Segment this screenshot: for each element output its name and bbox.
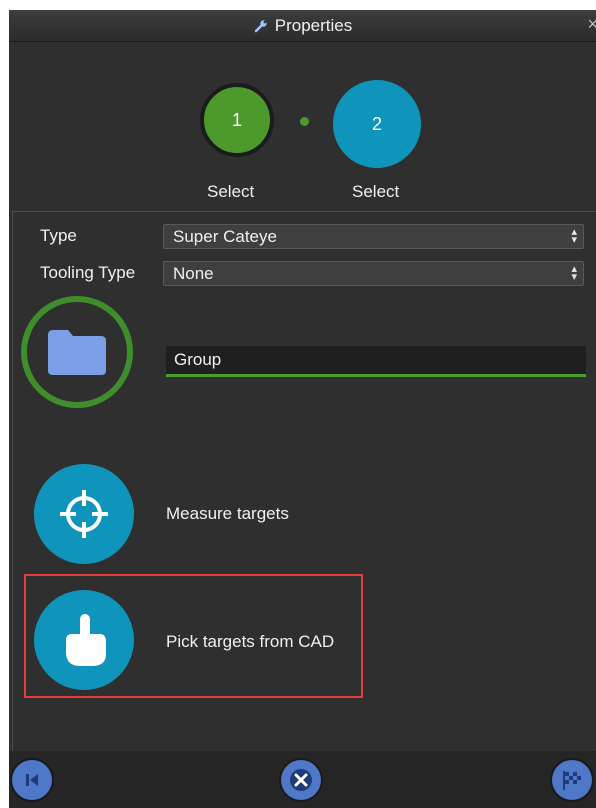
step-indicator: 1 2 Select Select [9,41,596,221]
previous-button[interactable] [12,760,52,800]
group-folder-button[interactable] [21,296,133,408]
previous-icon [26,774,38,786]
step-connector-dot [300,117,309,126]
tooling-type-select-value: None [173,264,214,283]
type-select-value: Super Cateye [173,227,277,246]
tooling-type-select[interactable]: None ▴ ▾ [163,261,584,286]
tooling-type-label: Tooling Type [40,263,136,282]
group-name-value: Group [174,350,222,369]
cancel-button[interactable] [281,760,321,800]
step-2-number: 2 [371,113,382,134]
pick-targets-button[interactable] [34,590,134,690]
hand-pointer-icon [66,614,106,666]
type-select[interactable]: Super Cateye ▴ ▾ [163,224,584,249]
step-1-label: Select [207,182,255,201]
step-2-label: Select [352,182,400,201]
select-arrows-icon: ▴ ▾ [571,226,577,246]
step-1-circle[interactable]: 1 [200,83,274,157]
step-content: Type Super Cateye ▴ ▾ Tooling Type None ▴… [12,211,596,752]
select-arrows-icon: ▴ ▾ [571,263,577,283]
finish-flag-icon [563,771,581,790]
cancel-icon [290,769,312,791]
step-1-number: 1 [231,109,242,130]
pick-targets-label[interactable]: Pick targets from CAD [166,632,334,652]
step-2-circle[interactable]: 2 [333,80,421,168]
crosshair-icon [60,490,108,538]
group-name-input[interactable]: Group [166,346,586,377]
close-icon[interactable]: × [587,14,596,35]
folder-icon [48,330,106,375]
wrench-icon [254,19,267,32]
finish-button[interactable] [552,760,592,800]
measure-targets-button[interactable] [34,464,134,564]
title-bar: Properties × [9,10,596,42]
measure-targets-label[interactable]: Measure targets [166,504,289,524]
window-title: Properties [274,15,353,35]
type-label: Type [40,226,77,245]
footer-toolbar [9,751,596,808]
properties-panel: Properties × 1 2 Select Select Type Supe… [9,10,596,808]
